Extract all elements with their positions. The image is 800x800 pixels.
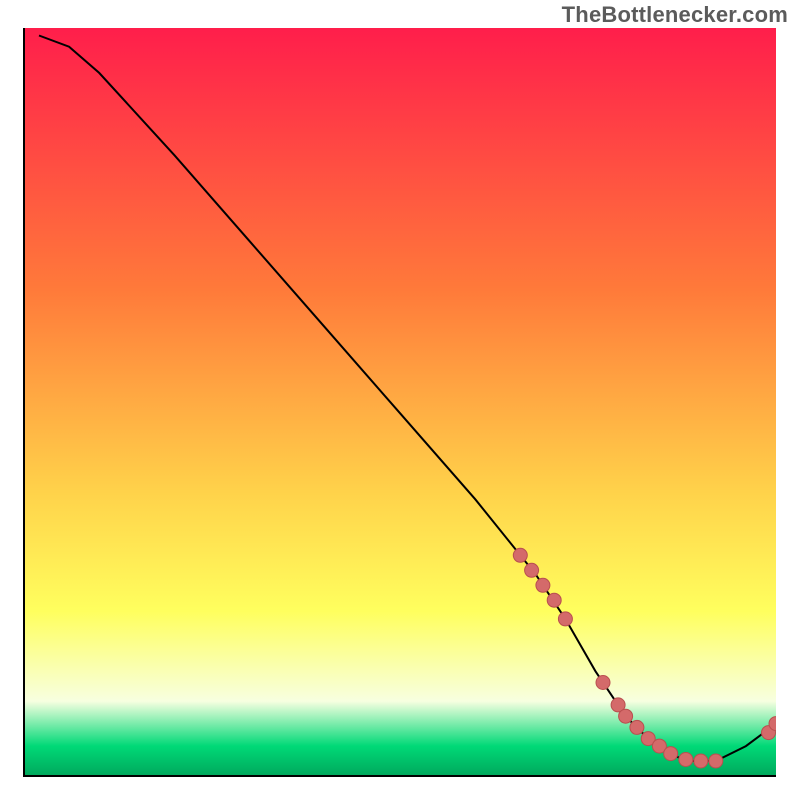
marker-dot [769, 717, 783, 731]
marker-dot [558, 612, 572, 626]
watermark-text: TheBottleneсker.com [562, 2, 788, 28]
gradient-background [24, 28, 776, 776]
marker-dot [664, 747, 678, 761]
chart-stage: TheBottleneсker.com [0, 0, 800, 800]
marker-dot [694, 754, 708, 768]
marker-dot [525, 563, 539, 577]
marker-dot [596, 676, 610, 690]
marker-dot [679, 753, 693, 767]
marker-dot [709, 754, 723, 768]
marker-dot [513, 548, 527, 562]
marker-dot [536, 578, 550, 592]
plot-svg [0, 0, 800, 800]
marker-dot [630, 720, 644, 734]
marker-dot [619, 709, 633, 723]
marker-dot [547, 593, 561, 607]
